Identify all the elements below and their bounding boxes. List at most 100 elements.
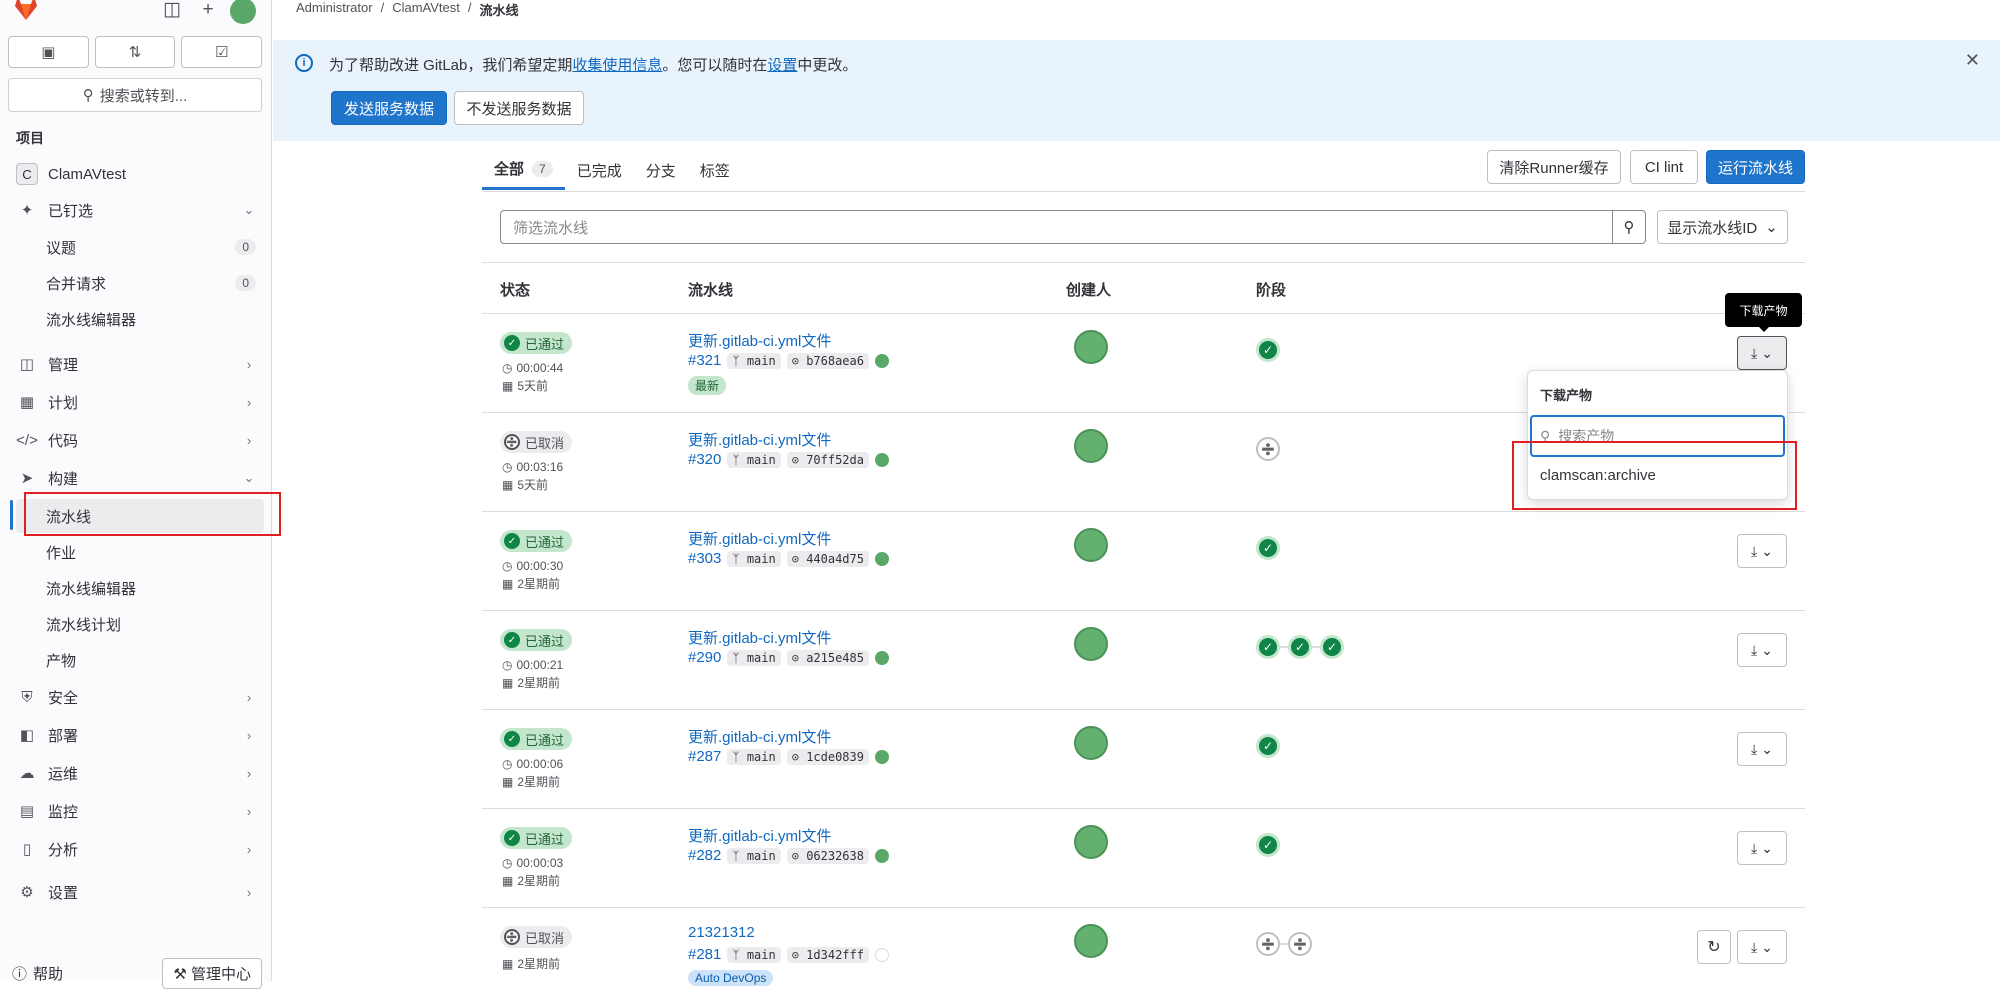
sidebar-item-pipeline-editor-pinned[interactable]: 流水线编辑器 [8,302,264,336]
commit-author-avatar[interactable] [874,848,889,863]
sidebar-item-jobs[interactable]: 作业 [8,535,264,569]
stage-passed-icon[interactable]: ✓ [1256,536,1280,560]
settings-link[interactable]: 设置 [767,57,797,74]
pipeline-id-link[interactable]: #281 [688,946,721,963]
commit-author-avatar[interactable] [874,749,889,764]
branch-chip[interactable]: ᛉ main [727,649,781,666]
branch-chip[interactable]: ᛉ main [727,550,781,567]
sidebar-search-button[interactable]: ⚲ 搜索或转到... [8,78,262,112]
commit-chip[interactable]: ⊙ 06232638 [786,847,869,864]
status-badge[interactable]: ➗ 已取消 [500,431,573,453]
commit-author-avatar[interactable] [874,551,889,566]
download-artifacts-button[interactable]: ⤓ ⌄ [1737,930,1787,964]
tab-finished[interactable]: 已完成 [565,150,634,190]
commit-author-avatar[interactable] [874,650,889,665]
commit-author-avatar[interactable] [874,353,889,368]
status-badge[interactable]: ✓ 已通过 [500,728,573,750]
pipeline-id-link[interactable]: #282 [688,847,721,864]
pipeline-title-link[interactable]: 21321312 [688,924,755,941]
pipeline-title-link[interactable]: 更新.gitlab-ci.yml文件 [688,726,831,747]
creator-avatar[interactable] [1074,627,1108,661]
sidebar-item-plan[interactable]: ▦ 计划 › [8,385,264,419]
creator-avatar[interactable] [1074,825,1108,859]
sidebar-item-operate[interactable]: ☁ 运维 › [8,756,264,790]
stage-passed-icon[interactable]: ✓ [1256,635,1280,659]
tab-all[interactable]: 全部 7 [482,150,565,190]
sidebar-item-pipeline-schedules[interactable]: 流水线计划 [8,607,264,641]
ci-lint-button[interactable]: CI lint [1630,150,1698,184]
stage-canceled-icon[interactable]: ➗ [1256,437,1280,461]
sidebar-item-build[interactable]: ➤ 构建 ⌄ [8,461,264,495]
merge-requests-shortcut-button[interactable]: ⇅ [94,36,176,68]
pipeline-id-link[interactable]: #287 [688,748,721,765]
filter-search-button[interactable]: ⚲ [1612,210,1646,244]
status-badge[interactable]: ✓ 已通过 [500,629,573,651]
commit-chip[interactable]: ⊙ 70ff52da [786,451,869,468]
pipeline-id-link[interactable]: #303 [688,550,721,567]
branch-chip[interactable]: ᛉ main [727,946,781,963]
commit-author-avatar[interactable] [874,452,889,467]
sidebar-item-issues[interactable]: 议题 0 [8,230,264,264]
status-badge[interactable]: ✓ 已通过 [500,530,573,552]
commit-chip[interactable]: ⊙ 1d342fff [786,946,869,963]
stage-passed-icon[interactable]: ✓ [1256,833,1280,857]
creator-avatar[interactable] [1074,726,1108,760]
commit-chip[interactable]: ⊙ a215e485 [786,649,869,666]
download-artifacts-button[interactable]: ⤓ ⌄ [1737,534,1787,568]
admin-area-button[interactable]: ⚒ 管理中心 [162,957,262,989]
stage-canceled-icon[interactable]: ➗ [1288,932,1312,956]
download-artifacts-button[interactable]: ⤓ ⌄ [1737,732,1787,766]
pipeline-title-link[interactable]: 更新.gitlab-ci.yml文件 [688,825,831,846]
tab-tags[interactable]: 标签 [688,150,742,190]
commit-author-avatar[interactable] [874,947,889,962]
pipeline-title-link[interactable]: 更新.gitlab-ci.yml文件 [688,528,831,549]
branch-chip[interactable]: ᛉ main [727,847,781,864]
stage-passed-icon[interactable]: ✓ [1288,635,1312,659]
pipeline-id-link[interactable]: #320 [688,451,721,468]
branch-chip[interactable]: ᛉ main [727,748,781,765]
sidebar-item-secure[interactable]: ⛨ 安全 › [8,680,264,714]
run-pipeline-button[interactable]: 运行流水线 [1706,150,1805,184]
pipeline-title-link[interactable]: 更新.gitlab-ci.yml文件 [688,429,831,450]
sidebar-item-analyze[interactable]: ▯ 分析 › [8,832,264,866]
issues-shortcut-button[interactable]: ▣ [8,36,89,68]
usage-info-link[interactable]: 收集使用信息 [572,57,662,74]
help-button[interactable]: ⓘ 帮助 [8,963,63,984]
sidebar-item-pipeline-editor[interactable]: 流水线编辑器 [8,571,264,605]
create-new-icon[interactable]: + [196,0,220,22]
status-badge[interactable]: ✓ 已通过 [500,332,573,354]
breadcrumb-item[interactable]: Administrator [296,0,373,22]
commit-chip[interactable]: ⊙ 1cde0839 [786,748,869,765]
sidebar-project[interactable]: C ClamAVtest [8,157,264,191]
commit-chip[interactable]: ⊙ 440a4d75 [786,550,869,567]
sidebar-item-code[interactable]: </> 代码 › [8,423,264,457]
pipeline-title-link[interactable]: 更新.gitlab-ci.yml文件 [688,330,831,351]
download-artifacts-button[interactable]: ⤓ ⌄ [1737,633,1787,667]
sidebar-toggle-icon[interactable]: ◫ [160,0,184,22]
tab-branches[interactable]: 分支 [634,150,688,190]
commit-chip[interactable]: ⊙ b768aea6 [786,352,869,369]
creator-avatar[interactable] [1074,330,1108,364]
sidebar-item-manage[interactable]: ◫ 管理 › [8,347,264,381]
send-service-data-button[interactable]: 发送服务数据 [331,91,447,125]
download-artifacts-button[interactable]: ⤓ ⌄ [1737,831,1787,865]
retry-button[interactable]: ↻ [1697,930,1731,964]
pipeline-id-link[interactable]: #321 [688,352,721,369]
status-badge[interactable]: ✓ 已通过 [500,827,573,849]
todos-shortcut-button[interactable]: ☑ [181,36,263,68]
dont-send-service-data-button[interactable]: 不发送服务数据 [454,91,584,125]
stage-passed-icon[interactable]: ✓ [1256,734,1280,758]
clear-runner-cache-button[interactable]: 清除Runner缓存 [1487,150,1621,184]
branch-chip[interactable]: ᛉ main [727,451,781,468]
stage-passed-icon[interactable]: ✓ [1320,635,1344,659]
creator-avatar[interactable] [1074,429,1108,463]
stage-passed-icon[interactable]: ✓ [1256,338,1280,362]
status-badge[interactable]: ➗ 已取消 [500,926,573,948]
sidebar-item-merge-requests[interactable]: 合并请求 0 [8,266,264,300]
gitlab-logo-icon[interactable] [12,0,40,22]
pipeline-id-link[interactable]: #290 [688,649,721,666]
download-artifacts-button[interactable]: ⤓ ⌄ [1737,336,1787,370]
filter-pipelines-input[interactable]: 筛选流水线 [500,210,1613,244]
branch-chip[interactable]: ᛉ main [727,352,781,369]
pipeline-title-link[interactable]: 更新.gitlab-ci.yml文件 [688,627,831,648]
